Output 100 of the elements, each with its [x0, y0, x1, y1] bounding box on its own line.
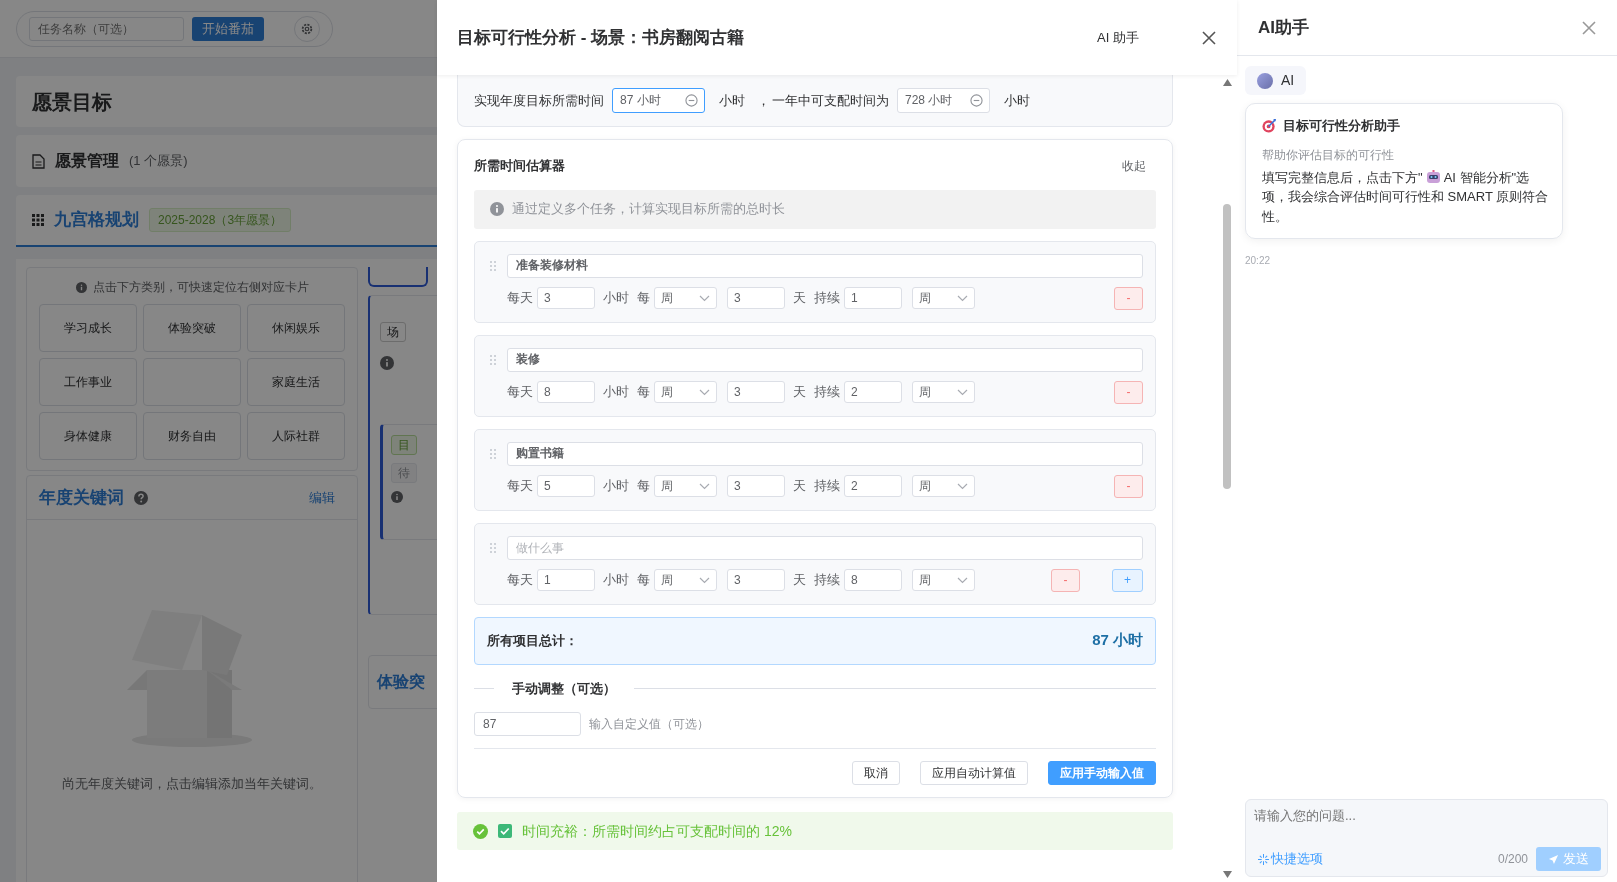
send-icon — [1548, 853, 1559, 865]
field-label: 每 — [637, 289, 650, 308]
section-title: 九宫格规划 — [54, 209, 139, 232]
separator-text: ， — [757, 91, 770, 110]
clear-icon[interactable] — [970, 94, 983, 107]
drag-handle-icon[interactable] — [489, 259, 497, 272]
page-title: 愿景目标 — [32, 89, 112, 115]
caret-icon — [699, 576, 710, 584]
field-label: 持续 — [814, 571, 840, 590]
unit-select[interactable]: 周 — [912, 381, 975, 403]
task-name-field[interactable]: 任务名称（可选） — [29, 16, 184, 41]
days-input[interactable]: 3 — [727, 287, 785, 309]
hours-input[interactable]: 1 — [537, 569, 595, 591]
scene-tag: 场 — [380, 322, 406, 342]
category-tile[interactable]: 人际社群 — [247, 412, 345, 460]
hours-input[interactable]: 8 — [537, 381, 595, 403]
duration-input[interactable]: 2 — [844, 475, 902, 497]
duration-input[interactable]: 2 — [844, 381, 902, 403]
category-tile[interactable]: 工作事业 — [39, 358, 137, 406]
field-label: 每天 — [507, 477, 533, 496]
card-title: 所需时间估算器 — [474, 157, 565, 175]
category-tile[interactable]: 身体健康 — [39, 412, 137, 460]
hours-field[interactable]: 728 小时 — [897, 88, 990, 113]
field-label: 持续 — [814, 383, 840, 402]
settings-icon[interactable] — [300, 21, 314, 36]
document-icon — [32, 153, 45, 169]
message-subtitle: 帮助你评估目标的可行性 — [1262, 146, 1395, 164]
field-label: 每 — [637, 571, 650, 590]
category-tile[interactable]: 家庭生活 — [247, 358, 345, 406]
field-label: 每天 — [507, 571, 533, 590]
field-label: 每 — [637, 477, 650, 496]
avatar-icon — [1257, 72, 1273, 89]
unit-select[interactable]: 周 — [912, 569, 975, 591]
unit-label: 小时 — [719, 91, 745, 110]
caret-icon — [957, 482, 968, 490]
days-input[interactable]: 3 — [727, 569, 785, 591]
hours-input[interactable]: 3 — [537, 287, 595, 309]
field-label: 每天 — [507, 289, 533, 308]
hint-text: 点击下方类别，可快速定位右侧对应卡片 — [92, 279, 309, 296]
period-select[interactable]: 周 — [654, 475, 717, 497]
days-input[interactable]: 3 — [727, 381, 785, 403]
field-label: 小时 — [603, 289, 629, 308]
help-icon[interactable] — [134, 490, 148, 505]
hours-input[interactable]: 5 — [537, 475, 595, 497]
task-name-field[interactable]: 购置书籍 — [507, 441, 1143, 466]
checkbox-icon — [498, 824, 512, 838]
info-text: 通过定义多个任务，计算实现目标所需的总时长 — [512, 200, 785, 219]
card-edge — [368, 267, 428, 287]
message-text: 项，我会综合评估时间可行性和 SMART 原则符合 — [1262, 188, 1546, 206]
clear-icon[interactable] — [685, 94, 698, 107]
unit-label: 小时 — [1004, 91, 1030, 110]
task-name-field[interactable]: 准备装修材料 — [507, 253, 1143, 278]
sparkle-icon — [1258, 853, 1269, 865]
close-icon[interactable] — [1201, 29, 1217, 46]
goal-tag: 目 — [391, 435, 417, 455]
period-select[interactable]: 周 — [654, 381, 717, 403]
check-circle-icon — [473, 823, 488, 839]
field-label: 实现年度目标所需时间 — [474, 91, 604, 110]
action-button[interactable]: 取消 — [852, 761, 900, 785]
category-tile[interactable]: 财务自由 — [143, 412, 241, 460]
drag-handle-icon[interactable] — [489, 353, 497, 366]
scroll-down-icon[interactable] — [1222, 871, 1232, 878]
empty-message: 尚无年度关键词，点击编辑添加当年关键词。 — [61, 775, 323, 793]
info-icon — [490, 202, 504, 216]
duration-input[interactable]: 1 — [844, 287, 902, 309]
hours-field[interactable]: 87 小时 — [612, 88, 705, 113]
field-label: 天 — [793, 477, 806, 496]
category-tile[interactable]: 学习成长 — [39, 304, 137, 352]
period-select[interactable]: 周 — [654, 569, 717, 591]
task-name-field[interactable]: 做什么事 — [507, 535, 1143, 560]
collapse-link[interactable]: 收起 — [1122, 156, 1146, 175]
category-tile[interactable]: 体验突破 — [143, 304, 241, 352]
section-title: 体验突 — [377, 673, 425, 690]
custom-value-field[interactable]: 87 — [474, 712, 581, 736]
duration-input[interactable]: 8 — [844, 569, 902, 591]
task-name-field[interactable]: 装修 — [507, 347, 1143, 372]
unit-select[interactable]: 周 — [912, 287, 975, 309]
field-label: 持续 — [814, 477, 840, 496]
scrollbar-thumb[interactable] — [1223, 204, 1231, 489]
message-time: 20:22 — [1245, 254, 1272, 268]
card-title: 年度关键词 — [39, 486, 124, 509]
field-label: 天 — [793, 571, 806, 590]
caret-icon — [957, 576, 968, 584]
caret-icon — [957, 388, 968, 396]
target-icon — [1262, 118, 1277, 134]
drag-handle-icon[interactable] — [489, 447, 497, 460]
unit-select[interactable]: 周 — [912, 475, 975, 497]
category-tile[interactable]: 休闲娱乐 — [247, 304, 345, 352]
info-icon — [380, 356, 394, 370]
drag-handle-icon[interactable] — [489, 541, 497, 554]
caret-icon — [699, 482, 710, 490]
field-label: 天 — [793, 383, 806, 402]
field-label: 天 — [793, 289, 806, 308]
ai-assistant-link[interactable]: AI 助手 — [1097, 27, 1139, 48]
scroll-up-icon[interactable] — [1222, 79, 1232, 86]
days-input[interactable]: 3 — [727, 475, 785, 497]
message-text: 填写完整信息后，点击下方" — [1262, 168, 1423, 187]
period-select[interactable]: 周 — [654, 287, 717, 309]
hint-text: 输入自定义值（可选） — [589, 716, 709, 733]
action-button[interactable]: 应用自动计算值 — [920, 761, 1028, 785]
